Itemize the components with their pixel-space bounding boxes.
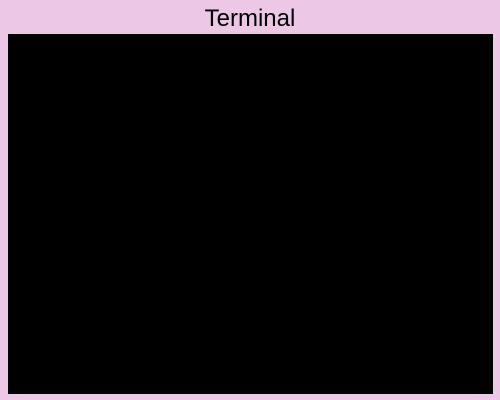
terminal-window: Terminal	[0, 0, 500, 400]
terminal-output-area[interactable]	[8, 34, 493, 394]
title-bar[interactable]: Terminal	[0, 0, 500, 34]
window-title: Terminal	[204, 4, 296, 32]
